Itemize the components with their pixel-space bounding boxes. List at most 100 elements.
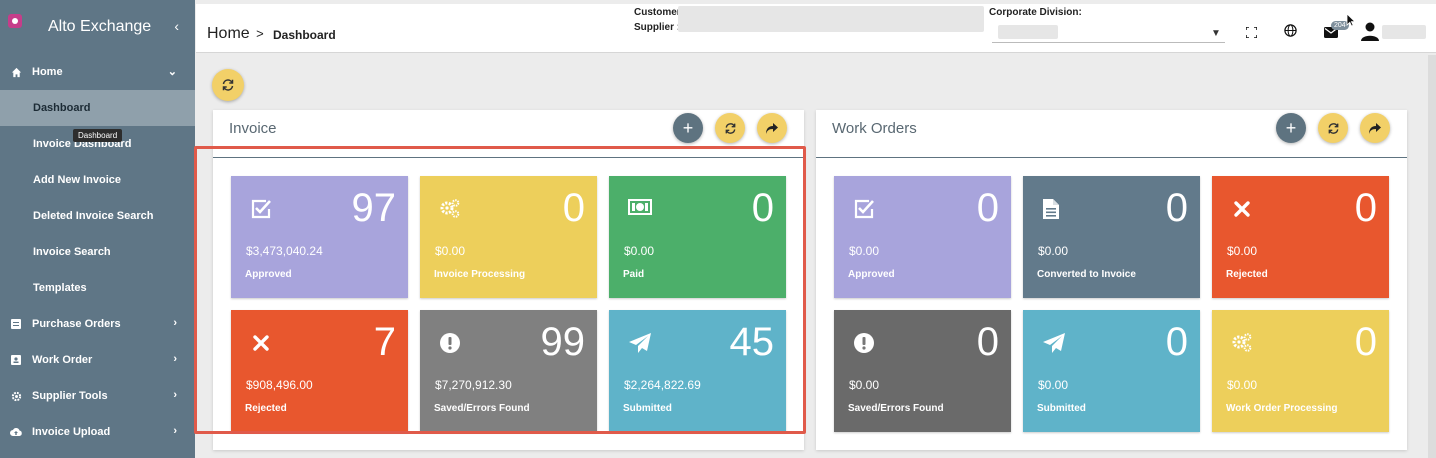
file-icon [1042, 198, 1064, 220]
tile-amount: $0.00 [1038, 244, 1069, 258]
cursor-icon [1346, 13, 1356, 30]
work-order-tile-processing[interactable]: 0 $0.00 Work Order Processing [1212, 310, 1389, 432]
tile-amount: $0.00 [1038, 378, 1069, 392]
breadcrumb-home[interactable]: Home [207, 25, 250, 42]
customer-supplier-value [678, 6, 984, 32]
tile-label: Converted to Invoice [1037, 269, 1136, 280]
tile-label: Submitted [1037, 403, 1086, 414]
refresh-icon [725, 122, 735, 134]
sidebar-item-label: Add New Invoice [33, 174, 122, 186]
work-orders-panel-actions: + [1276, 113, 1390, 143]
refresh-all-button[interactable] [212, 69, 244, 101]
corporate-division-select[interactable] [992, 42, 1225, 43]
sidebar-item-label: Templates [33, 282, 87, 294]
sidebar-item-deleted-invoice-search[interactable]: Deleted Invoice Search [0, 198, 195, 234]
brand[interactable]: Alto Exchange ‹ [0, 0, 195, 54]
tile-count: 0 [1354, 186, 1377, 230]
customer-label: Customer [634, 7, 681, 18]
tile-count: 0 [1354, 320, 1377, 364]
breadcrumb-separator: > [256, 26, 264, 41]
tile-label: Work Order Processing [1226, 403, 1338, 414]
refresh-icon [222, 79, 234, 91]
scrollbar[interactable] [1428, 55, 1436, 458]
sidebar-item-supplier-tools[interactable]: Supplier Tools › [0, 378, 195, 414]
gears-icon [1231, 332, 1253, 354]
work-order-tile-approved[interactable]: 0 $0.00 Approved [834, 176, 1011, 298]
chevron-down-icon: ⌄ [167, 66, 177, 78]
divider [816, 157, 1407, 158]
supplier-label: Supplier : [634, 22, 681, 33]
x-icon [1231, 198, 1253, 220]
cloud-upload-icon [10, 426, 22, 438]
share-invoice-button[interactable] [757, 113, 787, 143]
sidebar-item-invoice-upload[interactable]: Invoice Upload › [0, 414, 195, 450]
tile-amount: $0.00 [849, 244, 880, 258]
work-order-tile-submitted[interactable]: 0 $0.00 Submitted [1023, 310, 1200, 432]
corporate-division-label: Corporate Division: [989, 7, 1082, 18]
share-icon [766, 122, 778, 134]
logo-icon [8, 14, 22, 28]
document-icon [10, 318, 22, 330]
chevron-left-icon[interactable]: ‹ [174, 18, 179, 34]
header: Home > Dashboard Customer Supplier : Cor… [196, 4, 1436, 53]
tooltip: Dashboard [73, 129, 123, 142]
tile-amount: $0.00 [1227, 244, 1258, 258]
chevron-right-icon: › [173, 353, 177, 365]
work-order-tile-rejected[interactable]: 0 $0.00 Rejected [1212, 176, 1389, 298]
checkbox-icon [853, 198, 875, 220]
tile-label: Approved [848, 269, 895, 280]
sidebar-item-templates[interactable]: Templates [0, 270, 195, 306]
sidebar-item-label: Dashboard [33, 102, 91, 114]
refresh-work-orders-button[interactable] [1318, 113, 1348, 143]
refresh-icon [1328, 122, 1338, 134]
app-root: Alto Exchange ‹ Home ⌄ Dashboard Invoice… [0, 0, 1436, 458]
sidebar-item-label: Home [32, 66, 63, 78]
user-name[interactable] [1382, 25, 1426, 39]
highlight-box [194, 146, 806, 434]
sidebar-item-home[interactable]: Home ⌄ [0, 54, 195, 90]
tile-amount: $0.00 [1227, 378, 1258, 392]
refresh-invoice-button[interactable] [715, 113, 745, 143]
work-order-tile-saved-errors[interactable]: 0 $0.00 Saved/Errors Found [834, 310, 1011, 432]
sidebar-item-invoice-search[interactable]: Invoice Search [0, 234, 195, 270]
sidebar-item-label: Deleted Invoice Search [33, 210, 154, 222]
tile-label: Rejected [1226, 269, 1268, 280]
sidebar-item-dashboard[interactable]: Dashboard [0, 90, 195, 126]
sidebar: Alto Exchange ‹ Home ⌄ Dashboard Invoice… [0, 0, 195, 458]
chevron-right-icon: › [173, 317, 177, 329]
breadcrumb[interactable]: Home > [207, 25, 264, 43]
work-orders-panel-title: Work Orders [832, 120, 917, 137]
work-order-tile-converted[interactable]: 0 $0.00 Converted to Invoice [1023, 176, 1200, 298]
invoice-panel-title: Invoice [229, 120, 277, 137]
exclamation-icon [853, 332, 875, 354]
tile-count: 0 [976, 320, 999, 364]
corporate-division-value [998, 25, 1058, 39]
share-work-orders-button[interactable] [1360, 113, 1390, 143]
sidebar-item-purchase-orders[interactable]: Purchase Orders › [0, 306, 195, 342]
home-icon [10, 66, 22, 78]
sidebar-item-label: Supplier Tools [32, 390, 108, 402]
add-work-order-button[interactable]: + [1276, 113, 1306, 143]
tile-count: 0 [1165, 320, 1188, 364]
sidebar-item-label: Work Order [32, 354, 93, 366]
share-icon [1369, 122, 1381, 134]
plus-icon: + [1285, 118, 1297, 138]
globe-icon[interactable] [1284, 24, 1297, 40]
sidebar-item-add-new-invoice[interactable]: Add New Invoice [0, 162, 195, 198]
caret-down-icon[interactable]: ▼ [1211, 28, 1221, 39]
app-title: Alto Exchange [48, 18, 152, 35]
add-invoice-button[interactable]: + [673, 113, 703, 143]
gear-icon [10, 390, 22, 402]
sidebar-item-label: Purchase Orders [32, 318, 121, 330]
paper-plane-icon [1042, 332, 1065, 354]
chevron-right-icon: › [173, 389, 177, 401]
sidebar-item-label: Invoice Search [33, 246, 111, 258]
tile-amount: $0.00 [849, 378, 880, 392]
sidebar-item-label: Invoice Upload [32, 426, 111, 438]
chevron-right-icon: › [173, 425, 177, 437]
sidebar-item-work-order[interactable]: Work Order › [0, 342, 195, 378]
tile-label: Saved/Errors Found [848, 403, 944, 414]
user-icon[interactable] [1360, 21, 1380, 44]
fullscreen-icon[interactable] [1245, 25, 1258, 41]
plus-icon: + [682, 118, 694, 138]
